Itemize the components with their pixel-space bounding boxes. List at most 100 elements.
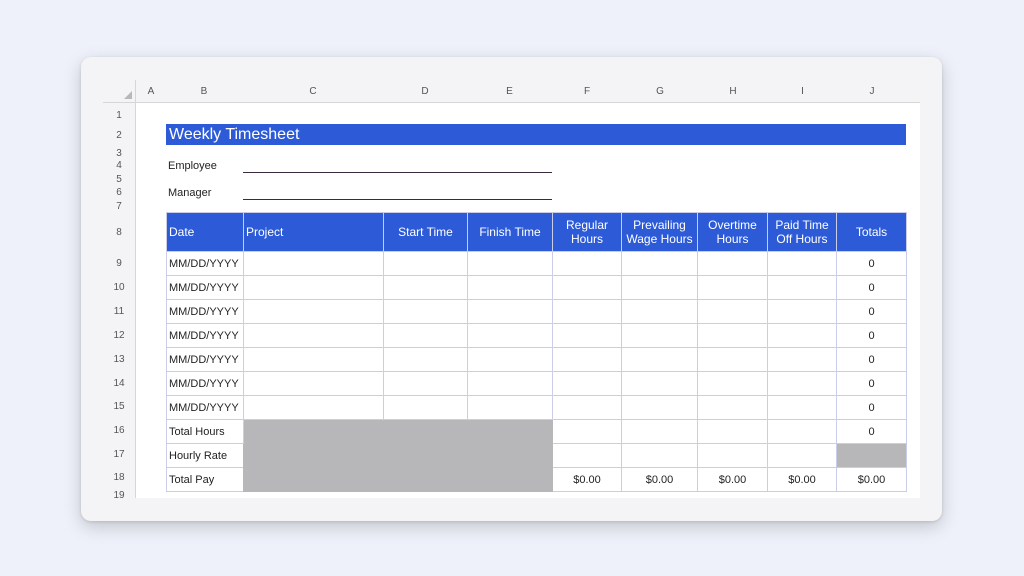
paid-time-off-cell[interactable] [767, 251, 837, 276]
row-total-cell[interactable]: 0 [836, 395, 907, 420]
row-header-3[interactable]: 3 [103, 148, 135, 159]
row-header-13[interactable]: 13 [103, 354, 135, 365]
paid-time-off-cell[interactable] [767, 299, 837, 324]
manager-field[interactable] [243, 199, 552, 200]
start-time-cell[interactable] [383, 251, 468, 276]
finish-time-cell[interactable] [467, 275, 553, 300]
regular-hours-cell[interactable] [552, 323, 622, 348]
finish-time-cell[interactable] [467, 251, 553, 276]
paid-time-off-rate-cell[interactable] [767, 443, 837, 468]
date-cell[interactable]: MM/DD/YYYY [166, 299, 244, 324]
start-time-cell[interactable] [383, 299, 468, 324]
paid-time-off-pay-cell[interactable]: $0.00 [767, 467, 837, 492]
date-cell[interactable]: MM/DD/YYYY [166, 347, 244, 372]
paid-time-off-cell[interactable] [767, 323, 837, 348]
row-header-16[interactable]: 16 [103, 425, 135, 436]
regular-hours-cell[interactable] [552, 275, 622, 300]
row-header-8[interactable]: 8 [103, 227, 135, 238]
column-header-b[interactable]: B [166, 80, 242, 103]
prevailing-wage-hours-cell[interactable] [621, 323, 698, 348]
header-prevailing-wage-hours[interactable]: Prevailing Wage Hours [621, 212, 698, 252]
overtime-hours-cell[interactable] [697, 395, 768, 420]
overtime-rate-cell[interactable] [697, 443, 768, 468]
column-header-h[interactable]: H [698, 80, 768, 103]
prevailing-wage-hours-cell[interactable] [621, 395, 698, 420]
employee-field[interactable] [243, 172, 552, 173]
project-cell[interactable] [243, 395, 384, 420]
project-cell[interactable] [243, 347, 384, 372]
row-total-cell[interactable]: 0 [836, 299, 907, 324]
date-cell[interactable]: MM/DD/YYYY [166, 275, 244, 300]
overtime-hours-cell[interactable] [697, 323, 768, 348]
prevailing-wage-hours-cell[interactable] [621, 299, 698, 324]
column-header-j[interactable]: J [837, 80, 907, 103]
paid-time-off-cell[interactable] [767, 371, 837, 396]
column-header-c[interactable]: C [243, 80, 383, 103]
row-header-7[interactable]: 7 [103, 201, 135, 212]
regular-hours-cell[interactable] [552, 347, 622, 372]
total-regular-hours-cell[interactable] [552, 419, 622, 444]
row-header-18[interactable]: 18 [103, 472, 135, 483]
project-cell[interactable] [243, 251, 384, 276]
regular-hours-cell[interactable] [552, 299, 622, 324]
project-cell[interactable] [243, 371, 384, 396]
finish-time-cell[interactable] [467, 347, 553, 372]
finish-time-cell[interactable] [467, 323, 553, 348]
header-finish-time[interactable]: Finish Time [467, 212, 553, 252]
header-overtime-hours[interactable]: Overtime Hours [697, 212, 768, 252]
header-date[interactable]: Date [166, 212, 244, 252]
total-pay-label[interactable]: Total Pay [166, 467, 244, 492]
row-header-2[interactable]: 2 [103, 130, 135, 141]
total-pay-cell[interactable]: $0.00 [836, 467, 907, 492]
paid-time-off-cell[interactable] [767, 395, 837, 420]
header-paid-time-off-hours[interactable]: Paid Time Off Hours [767, 212, 837, 252]
select-all-corner[interactable] [103, 80, 136, 103]
hourly-rate-gray-cell[interactable] [836, 443, 907, 468]
finish-time-cell[interactable] [467, 299, 553, 324]
overtime-pay-cell[interactable]: $0.00 [697, 467, 768, 492]
header-totals[interactable]: Totals [836, 212, 907, 252]
total-hours-label[interactable]: Total Hours [166, 419, 244, 444]
date-cell[interactable]: MM/DD/YYYY [166, 395, 244, 420]
column-header-a[interactable]: A [140, 80, 162, 103]
prevailing-wage-rate-cell[interactable] [621, 443, 698, 468]
finish-time-cell[interactable] [467, 395, 553, 420]
start-time-cell[interactable] [383, 275, 468, 300]
date-cell[interactable]: MM/DD/YYYY [166, 251, 244, 276]
overtime-hours-cell[interactable] [697, 371, 768, 396]
paid-time-off-cell[interactable] [767, 347, 837, 372]
regular-hours-cell[interactable] [552, 251, 622, 276]
row-total-cell[interactable]: 0 [836, 371, 907, 396]
row-header-4[interactable]: 4 [103, 160, 135, 171]
regular-hours-cell[interactable] [552, 371, 622, 396]
paid-time-off-cell[interactable] [767, 275, 837, 300]
row-header-5[interactable]: 5 [103, 174, 135, 185]
project-cell[interactable] [243, 323, 384, 348]
start-time-cell[interactable] [383, 323, 468, 348]
summary-gray-block[interactable] [243, 419, 553, 492]
project-cell[interactable] [243, 275, 384, 300]
row-header-12[interactable]: 12 [103, 330, 135, 341]
row-header-9[interactable]: 9 [103, 258, 135, 269]
header-regular-hours[interactable]: Regular Hours [552, 212, 622, 252]
timesheet-title[interactable]: Weekly Timesheet [166, 124, 906, 145]
prevailing-wage-hours-cell[interactable] [621, 371, 698, 396]
overtime-hours-cell[interactable] [697, 347, 768, 372]
column-header-e[interactable]: E [467, 80, 552, 103]
total-paid-time-off-cell[interactable] [767, 419, 837, 444]
date-cell[interactable]: MM/DD/YYYY [166, 323, 244, 348]
total-prevailing-wage-hours-cell[interactable] [621, 419, 698, 444]
row-total-cell[interactable]: 0 [836, 251, 907, 276]
start-time-cell[interactable] [383, 395, 468, 420]
row-header-15[interactable]: 15 [103, 401, 135, 412]
start-time-cell[interactable] [383, 371, 468, 396]
regular-pay-cell[interactable]: $0.00 [552, 467, 622, 492]
total-overtime-hours-cell[interactable] [697, 419, 768, 444]
prevailing-wage-hours-cell[interactable] [621, 275, 698, 300]
row-header-6[interactable]: 6 [103, 187, 135, 198]
row-header-10[interactable]: 10 [103, 282, 135, 293]
hourly-rate-label[interactable]: Hourly Rate [166, 443, 244, 468]
date-cell[interactable]: MM/DD/YYYY [166, 371, 244, 396]
overtime-hours-cell[interactable] [697, 251, 768, 276]
column-header-g[interactable]: G [622, 80, 698, 103]
